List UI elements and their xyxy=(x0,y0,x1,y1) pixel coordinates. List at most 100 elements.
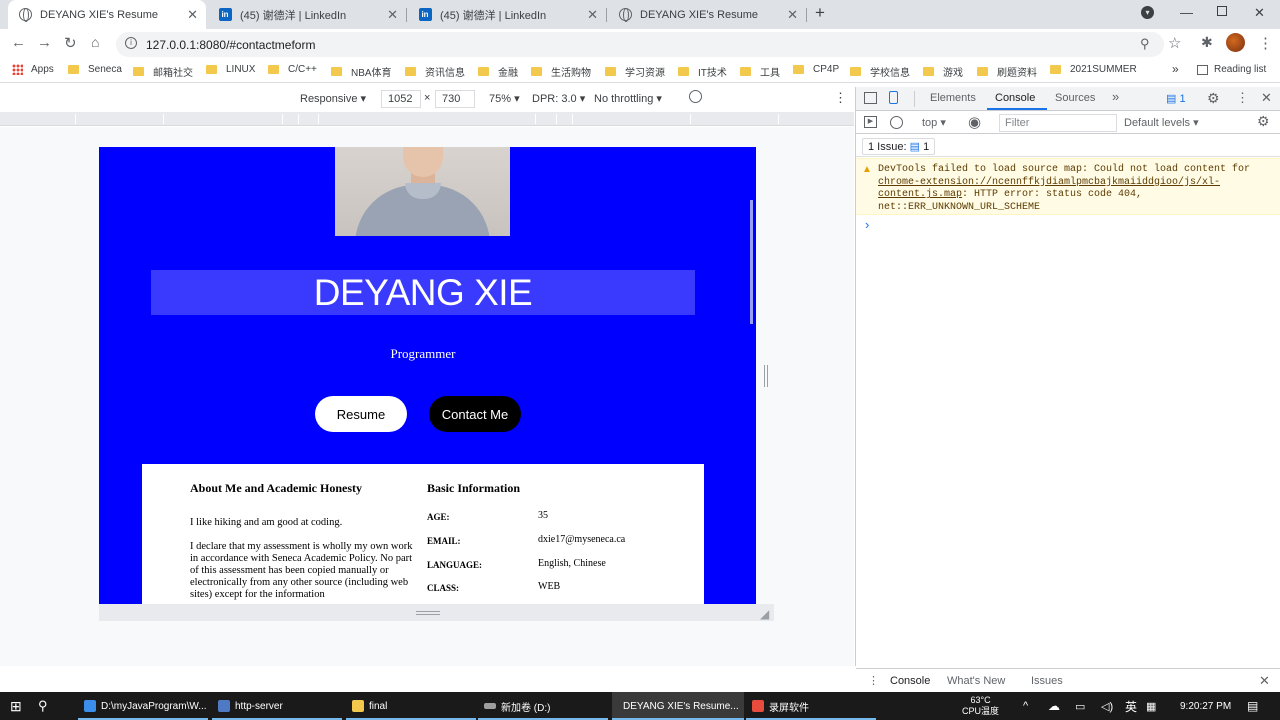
search-icon[interactable]: ⚲ xyxy=(38,692,48,720)
device-toggle-icon[interactable] xyxy=(889,91,898,104)
bookmarks-overflow[interactable]: » xyxy=(1172,62,1179,76)
bookmark-item[interactable]: NBA体育 xyxy=(331,64,392,79)
reading-list[interactable]: Reading list xyxy=(1197,64,1266,75)
taskbar-item-recorder[interactable]: 录屏软件 xyxy=(752,692,809,720)
resume-button[interactable]: Resume xyxy=(315,396,407,432)
bookmark-item[interactable]: 2021SUMMER xyxy=(1050,64,1137,75)
bookmark-item[interactable]: 工具 xyxy=(740,64,780,79)
rotate-icon[interactable] xyxy=(689,90,702,103)
corner-resize-icon[interactable]: ◢ xyxy=(760,607,769,621)
new-tab-button[interactable]: + xyxy=(815,3,825,23)
bookmark-star-icon[interactable]: ☆ xyxy=(1168,34,1181,52)
console-settings-icon[interactable]: ⚙ xyxy=(1257,113,1270,130)
drawer-menu-icon[interactable]: ⋮ xyxy=(868,674,879,687)
tab-elements[interactable]: Elements xyxy=(930,92,976,104)
windows-start-icon[interactable]: ⊞ xyxy=(10,692,22,720)
right-resize-handle[interactable] xyxy=(764,365,768,387)
close-window-icon[interactable]: ✕ xyxy=(1254,5,1265,21)
bottom-resize-handle[interactable] xyxy=(416,611,440,615)
height-input[interactable]: 730 xyxy=(435,90,475,108)
clear-console-icon[interactable] xyxy=(890,116,903,129)
drawer-tab-console[interactable]: Console xyxy=(890,675,930,687)
bookmark-item[interactable]: 邮箱社交 xyxy=(133,64,193,79)
onedrive-icon[interactable]: ☁ xyxy=(1048,692,1060,720)
page-scrollbar[interactable] xyxy=(750,200,753,324)
show-hidden-icons[interactable]: ^ xyxy=(1023,692,1028,720)
dpr-select[interactable]: DPR: 3.0 ▾ xyxy=(532,92,585,105)
throttling-select[interactable]: No throttling ▾ xyxy=(594,92,662,105)
url-text[interactable]: 127.0.0.1:8080/#contactmeform xyxy=(146,38,315,52)
zoom-icon[interactable]: ⚲ xyxy=(1140,36,1150,52)
sidebar-toggle-icon[interactable]: ▶ xyxy=(864,116,877,128)
bookmark-item[interactable]: CP4P xyxy=(793,64,839,75)
minimize-icon[interactable]: — xyxy=(1180,5,1193,20)
media-query-ruler[interactable] xyxy=(0,112,854,126)
bookmark-item[interactable]: 刷题资料 xyxy=(977,64,1037,79)
address-bar[interactable]: i 127.0.0.1:8080/#contactmeform ⚲ xyxy=(116,32,1164,57)
input-language[interactable]: 英 xyxy=(1125,692,1137,720)
close-tab-icon[interactable]: ✕ xyxy=(387,7,398,23)
taskbar-item-vscode[interactable]: D:\myJavaProgram\W... xyxy=(84,692,207,720)
back-icon[interactable]: ← xyxy=(11,34,26,51)
taskbar-item-folder[interactable]: final xyxy=(352,692,387,720)
console-prompt[interactable]: › xyxy=(865,217,869,232)
bookmark-item[interactable]: IT技术 xyxy=(678,64,727,79)
drawer-tab-whats-new[interactable]: What's New xyxy=(947,675,1005,687)
tab-search-icon[interactable]: ▾ xyxy=(1141,6,1154,19)
bookmark-item[interactable]: 学校信息 xyxy=(850,64,910,79)
bookmark-apps[interactable]: Apps xyxy=(12,64,54,75)
devtools-menu-icon[interactable]: ⋮ xyxy=(1236,90,1249,106)
clock[interactable]: 9:20:27 PM xyxy=(1180,692,1231,720)
tab-sources[interactable]: Sources xyxy=(1055,92,1095,104)
extensions-icon[interactable]: ✱ xyxy=(1201,34,1213,51)
log-levels-select[interactable]: Default levels ▾ xyxy=(1124,116,1199,129)
close-tab-icon[interactable]: ✕ xyxy=(787,7,798,23)
drawer-tab-issues[interactable]: Issues xyxy=(1031,675,1063,687)
bookmark-item[interactable]: 资讯信息 xyxy=(405,64,465,79)
contact-me-button[interactable]: Contact Me xyxy=(429,396,521,432)
browser-tab-3[interactable]: in (45) 谢德洋 | LinkedIn ✕ xyxy=(408,0,606,29)
device-mode-select[interactable]: Responsive ▾ xyxy=(300,92,366,105)
notifications-icon[interactable]: ▤ xyxy=(1247,692,1258,720)
volume-icon[interactable]: ◁) xyxy=(1101,692,1113,720)
home-icon[interactable]: ⌂ xyxy=(91,34,99,50)
taskbar-item-drive[interactable]: 新加卷 (D:) xyxy=(484,692,550,720)
bookmark-item[interactable]: C/C++ xyxy=(268,64,317,75)
issues-link[interactable]: 1 Issue: ▤ 1 xyxy=(862,138,936,155)
network-icon[interactable]: ▭ xyxy=(1075,692,1085,720)
close-drawer-icon[interactable]: ✕ xyxy=(1259,673,1270,689)
avatar[interactable] xyxy=(1226,33,1245,52)
console-filter-input[interactable]: Filter xyxy=(999,114,1117,132)
device-menu-icon[interactable]: ⋮ xyxy=(834,90,847,106)
reload-icon[interactable]: ↻ xyxy=(64,34,77,52)
tab-console[interactable]: Console xyxy=(995,92,1035,104)
context-select[interactable]: top ▾ xyxy=(922,116,946,129)
inspect-icon[interactable] xyxy=(864,92,877,104)
live-expression-eye-icon[interactable]: ◉ xyxy=(968,113,981,131)
bookmark-item[interactable]: 生活购物 xyxy=(531,64,591,79)
maximize-icon[interactable] xyxy=(1217,6,1227,16)
issues-counter[interactable]: ▤ 1 xyxy=(1166,92,1186,105)
browser-tab-4[interactable]: DEYANG XIE's Resume ✕ xyxy=(608,0,806,29)
browser-tab-1[interactable]: DEYANG XIE's Resume ✕ xyxy=(8,0,206,29)
more-tabs[interactable]: » xyxy=(1112,89,1119,104)
info-icon[interactable]: i xyxy=(125,37,137,49)
zoom-select[interactable]: 75% ▾ xyxy=(489,92,520,105)
browser-tab-2[interactable]: in (45) 谢德洋 | LinkedIn ✕ xyxy=(208,0,406,29)
bookmark-item[interactable]: 学习资源 xyxy=(605,64,665,79)
taskbar-item-chrome[interactable]: DEYANG XIE's Resume... xyxy=(612,692,744,720)
menu-icon[interactable]: ⋮ xyxy=(1258,34,1273,52)
bookmark-item[interactable]: 金融 xyxy=(478,64,518,79)
taskbar-item-terminal[interactable]: http-server xyxy=(218,692,283,720)
bookmark-item[interactable]: LINUX xyxy=(206,64,255,75)
folder-icon xyxy=(405,67,416,76)
close-tab-icon[interactable]: ✕ xyxy=(587,7,598,23)
width-input[interactable]: 1052 xyxy=(381,90,421,108)
ime-icon[interactable]: ▦ xyxy=(1146,692,1156,720)
close-tab-icon[interactable]: ✕ xyxy=(187,7,198,23)
forward-icon[interactable]: → xyxy=(37,34,52,51)
settings-icon[interactable]: ⚙ xyxy=(1207,90,1220,107)
bookmark-item[interactable]: 游戏 xyxy=(923,64,963,79)
bookmark-item[interactable]: Seneca xyxy=(68,64,122,75)
close-devtools-icon[interactable]: ✕ xyxy=(1261,90,1272,106)
